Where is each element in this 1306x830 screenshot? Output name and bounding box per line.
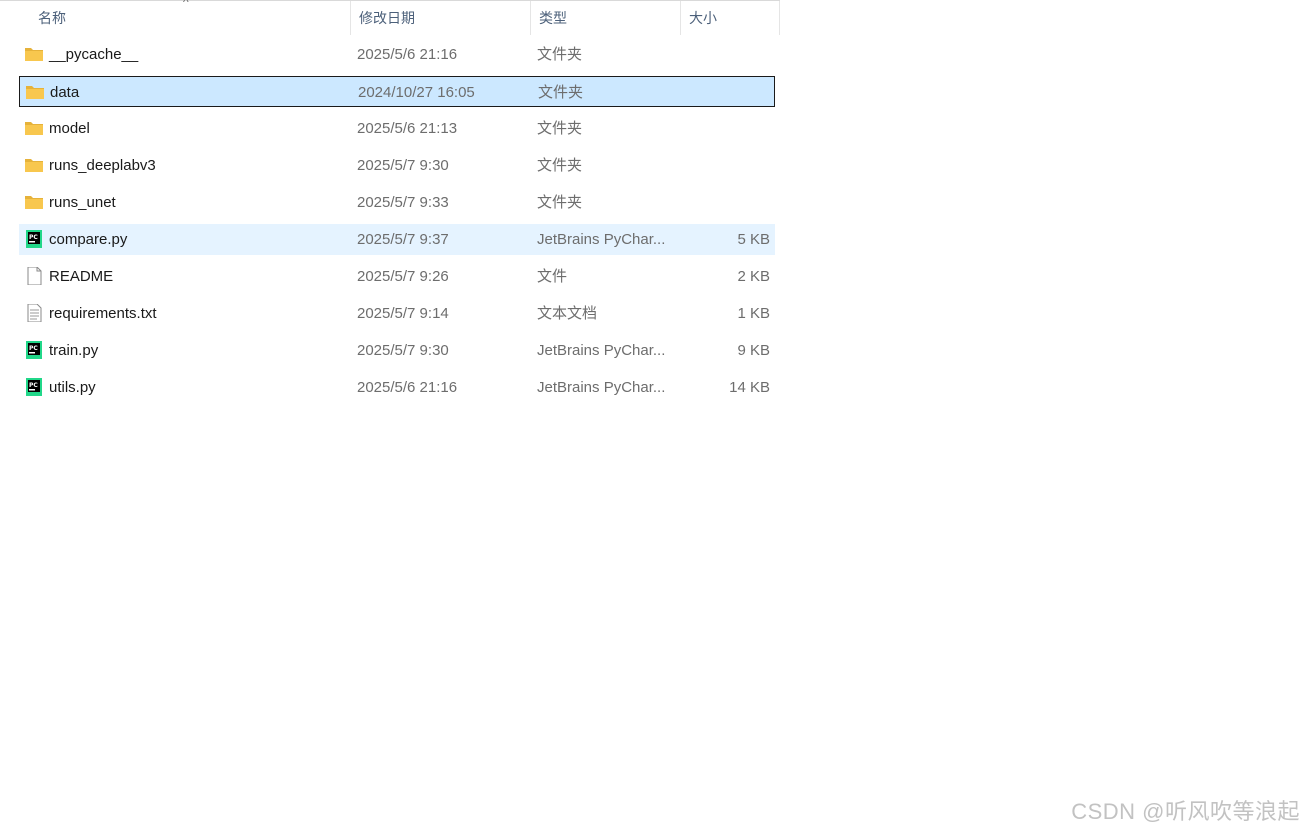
- column-header-name[interactable]: 名称: [30, 1, 350, 35]
- file-type: 文本文档: [537, 305, 598, 322]
- file-name: model: [49, 120, 90, 137]
- file-name: train.py: [49, 342, 99, 359]
- file-type: 文件夹: [538, 84, 584, 101]
- file-row[interactable]: PC utils.py 2025/5/6 21:16 JetBrains PyChar…: [19, 372, 775, 403]
- svg-text:PC: PC: [29, 345, 38, 352]
- file-name: __pycache__: [49, 46, 139, 63]
- file-name: README: [49, 268, 114, 285]
- file-size: 1 KB: [737, 305, 770, 322]
- file-size: 5 KB: [737, 231, 770, 248]
- folder-icon: [24, 45, 44, 63]
- file-type: JetBrains PyChar...: [537, 379, 666, 396]
- folder-icon: [25, 83, 45, 101]
- pycharm-file-icon: PC: [24, 230, 44, 248]
- file-type: 文件夹: [537, 46, 583, 63]
- file-modified-date: 2025/5/7 9:30: [357, 157, 449, 174]
- file-type: 文件夹: [537, 120, 583, 137]
- file-type: JetBrains PyChar...: [537, 231, 666, 248]
- file-modified-date: 2024/10/27 16:05: [358, 84, 475, 101]
- file-row[interactable]: PC compare.py 2025/5/7 9:37 JetBrains PyCha…: [19, 224, 775, 255]
- file-modified-date: 2025/5/7 9:33: [357, 194, 449, 211]
- folder-icon: [24, 156, 44, 174]
- file-modified-date: 2025/5/6 21:16: [357, 46, 458, 63]
- file-row[interactable]: data 2024/10/27 16:05 文件夹: [19, 76, 775, 107]
- file-size: 9 KB: [737, 342, 770, 359]
- folder-icon: [24, 193, 44, 211]
- column-header-bar: 名称 ^ 修改日期 类型 大小: [0, 0, 780, 35]
- pycharm-file-icon: PC: [24, 378, 44, 396]
- file-type: JetBrains PyChar...: [537, 342, 666, 359]
- file-modified-date: 2025/5/7 9:14: [357, 305, 449, 322]
- file-name: utils.py: [49, 379, 96, 396]
- file-name: runs_deeplabv3: [49, 157, 156, 174]
- column-header-size[interactable]: 大小: [680, 1, 780, 35]
- file-type: 文件: [537, 268, 568, 285]
- file-name: runs_unet: [49, 194, 116, 211]
- column-header-type[interactable]: 类型: [530, 1, 680, 35]
- file-modified-date: 2025/5/6 21:16: [357, 379, 458, 396]
- svg-text:PC: PC: [29, 234, 38, 241]
- file-row[interactable]: runs_deeplabv3 2025/5/7 9:30 文件夹: [19, 150, 775, 181]
- file-size: 2 KB: [737, 268, 770, 285]
- file-modified-date: 2025/5/7 9:30: [357, 342, 449, 359]
- file-row[interactable]: README 2025/5/7 9:26 文件 2 KB: [19, 261, 775, 292]
- file-name: compare.py: [49, 231, 128, 248]
- file-type: 文件夹: [537, 194, 583, 211]
- file-row[interactable]: __pycache__ 2025/5/6 21:16 文件夹: [19, 39, 775, 70]
- file-name: requirements.txt: [49, 305, 157, 322]
- sort-ascending-icon: ^: [183, 0, 189, 9]
- blank-file-icon: [24, 266, 44, 286]
- text-file-icon: [24, 303, 44, 323]
- file-size: 14 KB: [729, 379, 770, 396]
- file-row[interactable]: runs_unet 2025/5/7 9:33 文件夹: [19, 187, 775, 218]
- file-type: 文件夹: [537, 157, 583, 174]
- file-name: data: [50, 84, 80, 101]
- file-modified-date: 2025/5/7 9:26: [357, 268, 449, 285]
- file-row[interactable]: requirements.txt 2025/5/7 9:14 文本文档 1 KB: [19, 298, 775, 329]
- folder-icon: [24, 119, 44, 137]
- file-modified-date: 2025/5/7 9:37: [357, 231, 449, 248]
- pycharm-file-icon: PC: [24, 341, 44, 359]
- file-row[interactable]: PC train.py 2025/5/7 9:30 JetBrains PyChar.…: [19, 335, 775, 366]
- svg-text:PC: PC: [29, 382, 38, 389]
- file-row[interactable]: model 2025/5/6 21:13 文件夹: [19, 113, 775, 144]
- watermark-text: CSDN @听风吹等浪起: [1071, 799, 1300, 824]
- column-header-date[interactable]: 修改日期: [350, 1, 530, 35]
- file-list: __pycache__ 2025/5/6 21:16 文件夹 data 2024/10/…: [19, 39, 775, 409]
- file-modified-date: 2025/5/6 21:13: [357, 120, 458, 137]
